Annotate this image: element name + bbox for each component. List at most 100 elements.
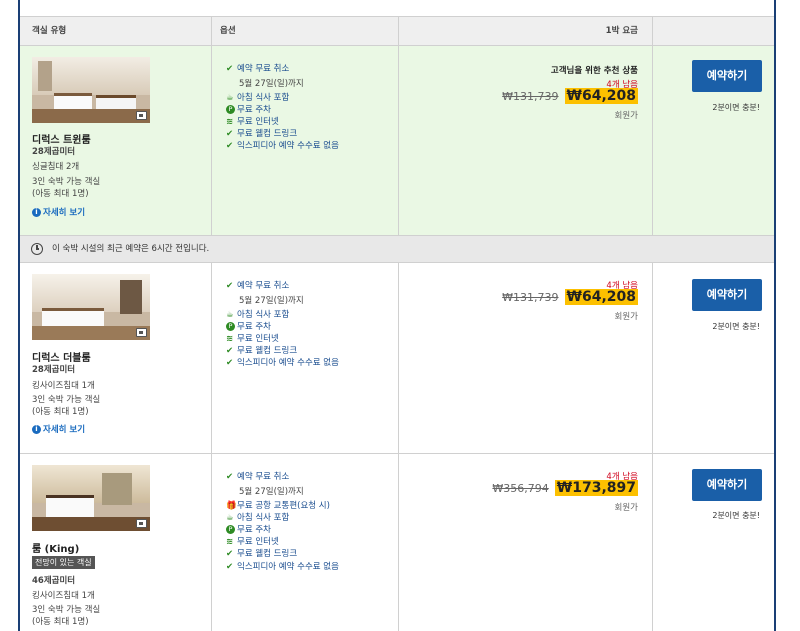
- room-photo[interactable]: [32, 57, 150, 123]
- room-table-header: 객실 유형 옵션 1박 요금: [20, 17, 774, 46]
- header-options: 옵션: [212, 17, 399, 46]
- parking-icon: P: [226, 525, 235, 534]
- check-icon: ✔: [226, 549, 234, 559]
- details-link[interactable]: i 자세히 보기: [32, 206, 85, 218]
- parking-icon: P: [226, 105, 235, 114]
- room-size: 28제곱미터: [32, 147, 76, 157]
- option-no-fee: ✔ 익스피디아 예약 수수료 없음: [226, 358, 339, 368]
- new-price: ₩173,897: [554, 480, 638, 496]
- coffee-icon: ☕: [226, 93, 234, 103]
- option-free-cancel: ✔ 예약 무료 취소: [226, 472, 290, 482]
- quick-note: 2분이면 충분!: [712, 511, 760, 520]
- info-icon: i: [32, 425, 41, 434]
- check-icon: ✔: [226, 562, 234, 572]
- room-photo[interactable]: [32, 465, 150, 531]
- room-size: 28제곱미터: [32, 365, 76, 375]
- price-line: ₩356,794 ₩173,897: [492, 480, 638, 496]
- room-children: (아동 최대 1명): [32, 617, 89, 627]
- check-icon: ✔: [226, 346, 234, 356]
- option-breakfast: ☕ 아침 식사 포함: [226, 93, 290, 103]
- wifi-icon: ≋: [226, 334, 234, 344]
- room-children: (아동 최대 1명): [32, 189, 89, 199]
- room-info-cell: 디럭스 더블룸 28제곱미터 킹사이즈침대 1개 3인 숙박 가능 객실 (아동…: [20, 263, 212, 453]
- room-beds: 킹사이즈침대 1개: [32, 381, 95, 391]
- option-internet: ≋ 무료 인터넷: [226, 334, 279, 344]
- check-icon: ✔: [226, 64, 234, 74]
- check-icon: ✔: [226, 281, 234, 291]
- room-beds: 킹사이즈침대 1개: [32, 591, 95, 601]
- room-action-cell: 예약하기 2분이면 충분!: [653, 454, 774, 631]
- view-badge: 전망이 있는 객실: [32, 556, 95, 569]
- room-occupancy: 3인 숙박 가능 객실: [32, 605, 101, 615]
- room-name: 디럭스 더블룸: [32, 353, 91, 364]
- gallery-icon[interactable]: [136, 111, 147, 120]
- room-row: 디럭스 더블룸 28제곱미터 킹사이즈침대 1개 3인 숙박 가능 객실 (아동…: [20, 263, 774, 454]
- room-price-cell: 고객님을 위한 추천 상품 4개 남음 ₩131,739 ₩64,208 회원가: [399, 46, 653, 235]
- quick-note: 2분이면 충분!: [712, 322, 760, 331]
- notice-text: 이 숙박 시설의 최근 예약은 6시간 전입니다.: [52, 244, 210, 254]
- gallery-icon[interactable]: [136, 328, 147, 337]
- room-photo[interactable]: [32, 274, 150, 340]
- wifi-icon: ≋: [226, 117, 234, 127]
- option-no-fee: ✔ 익스피디아 예약 수수료 없음: [226, 141, 339, 151]
- room-name: 디럭스 트윈룸: [32, 135, 91, 146]
- option-parking: P 무료 주차: [226, 103, 271, 115]
- room-options-cell: ✔ 예약 무료 취소 5월 27일(일)까지 ☕ 아침 식사 포함 P 무료 주차 ≋…: [212, 46, 399, 235]
- room-list-panel: 객실 유형 옵션 1박 요금 디럭스 트윈룸 28제곱미터 싱글침대 2개 3인…: [18, 0, 776, 631]
- room-row: 디럭스 트윈룸 28제곱미터 싱글침대 2개 3인 숙박 가능 객실 (아동 최…: [20, 46, 774, 236]
- check-icon: ✔: [226, 141, 234, 151]
- book-button[interactable]: 예약하기: [692, 469, 762, 501]
- option-welcome-drink: ✔ 무료 웰컴 드링크: [226, 549, 298, 559]
- check-icon: ✔: [226, 129, 234, 139]
- option-free-cancel: ✔ 예약 무료 취소: [226, 64, 290, 74]
- member-rate: 회원가: [614, 312, 638, 322]
- parking-icon: P: [226, 322, 235, 331]
- header-room-type: 객실 유형: [20, 17, 212, 46]
- room-children: (아동 최대 1명): [32, 407, 89, 417]
- new-price: ₩64,208: [564, 88, 638, 104]
- room-row: 룸 (King) 전망이 있는 객실 46제곱미터 킹사이즈침대 1개 3인 숙…: [20, 454, 774, 631]
- room-options-cell: ✔ 예약 무료 취소 5월 27일(일)까지 ☕ 아침 식사 포함 P 무료 주차 ≋…: [212, 263, 399, 453]
- option-welcome-drink: ✔ 무료 웰컴 드링크: [226, 346, 298, 356]
- coffee-icon: ☕: [226, 310, 234, 320]
- room-occupancy: 3인 숙박 가능 객실: [32, 177, 101, 187]
- option-cancel-until: 5월 27일(일)까지: [239, 296, 304, 306]
- gift-icon: 🎁: [226, 501, 237, 511]
- option-airport-shuttle: 🎁무료 공항 교통편(요청 시): [226, 501, 330, 511]
- room-size: 46제곱미터: [32, 576, 76, 586]
- room-action-cell: 예약하기 2분이면 충분!: [653, 263, 774, 453]
- option-free-cancel: ✔ 예약 무료 취소: [226, 281, 290, 291]
- recommended-label: 고객님을 위한 추천 상품: [550, 66, 638, 76]
- option-internet: ≋ 무료 인터넷: [226, 117, 279, 127]
- old-price: ₩131,739: [502, 291, 559, 304]
- option-cancel-until: 5월 27일(일)까지: [239, 487, 304, 497]
- old-price: ₩131,739: [502, 90, 559, 103]
- clock-icon: [31, 243, 43, 255]
- option-cancel-until: 5월 27일(일)까지: [239, 79, 304, 89]
- option-parking: P 무료 주차: [226, 320, 271, 332]
- wifi-icon: ≋: [226, 537, 234, 547]
- check-icon: ✔: [226, 358, 234, 368]
- option-no-fee: ✔ 익스피디아 예약 수수료 없음: [226, 562, 339, 572]
- option-parking: P 무료 주차: [226, 523, 271, 535]
- gallery-icon[interactable]: [136, 519, 147, 528]
- details-link-label: 자세히 보기: [43, 208, 86, 218]
- info-icon: i: [32, 208, 41, 217]
- option-welcome-drink: ✔ 무료 웰컴 드링크: [226, 129, 298, 139]
- price-line: ₩131,739 ₩64,208: [502, 289, 638, 305]
- member-rate: 회원가: [614, 503, 638, 513]
- book-button[interactable]: 예약하기: [692, 279, 762, 311]
- new-price: ₩64,208: [564, 289, 638, 305]
- old-price: ₩356,794: [492, 482, 549, 495]
- member-rate: 회원가: [614, 111, 638, 121]
- header-price: 1박 요금: [399, 17, 653, 46]
- room-action-cell: 예약하기 2분이면 충분!: [653, 46, 774, 235]
- room-options-cell: ✔ 예약 무료 취소 5월 27일(일)까지 🎁무료 공항 교통편(요청 시) ☕…: [212, 454, 399, 631]
- book-button[interactable]: 예약하기: [692, 60, 762, 92]
- details-link[interactable]: i 자세히 보기: [32, 423, 85, 435]
- header-action: [653, 17, 774, 46]
- room-name: 룸 (King): [32, 544, 80, 555]
- room-occupancy: 3인 숙박 가능 객실: [32, 395, 101, 405]
- recent-booking-notice: 이 숙박 시설의 최근 예약은 6시간 전입니다.: [20, 236, 774, 263]
- room-info-cell: 룸 (King) 전망이 있는 객실 46제곱미터 킹사이즈침대 1개 3인 숙…: [20, 454, 212, 631]
